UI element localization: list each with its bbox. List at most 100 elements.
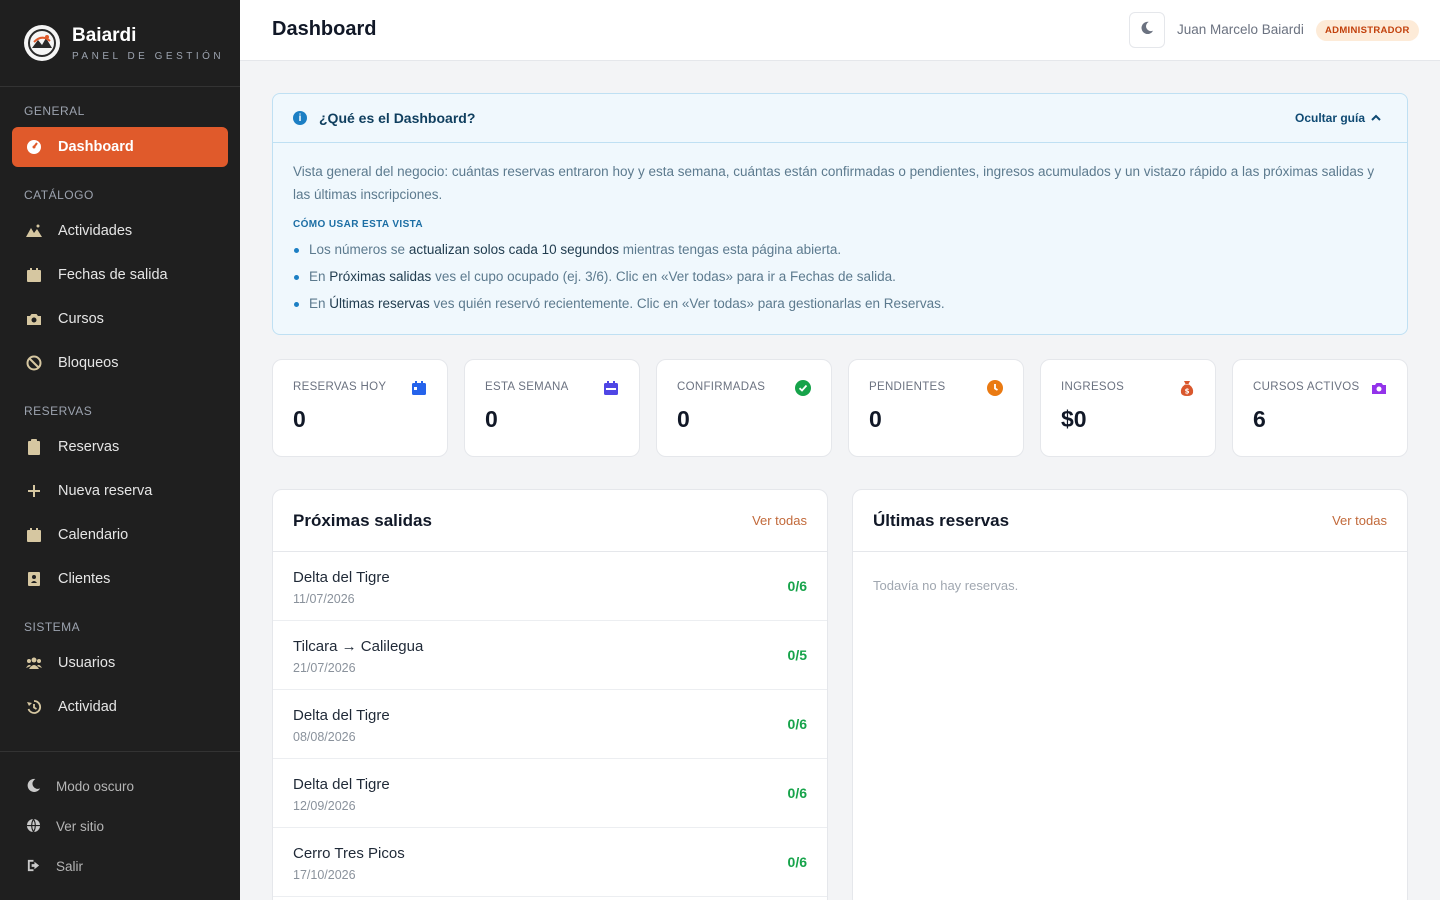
departure-name: Cerro Tres Picos (293, 845, 405, 862)
brand-name: Baiardi (72, 24, 137, 46)
sidebar-item-label: Clientes (58, 571, 111, 587)
view-all-departures-link[interactable]: Ver todas (752, 513, 807, 528)
theme-toggle-button[interactable] (1129, 12, 1165, 48)
sidebar-item-label: Calendario (58, 527, 129, 543)
stat-label: CONFIRMADAS (677, 381, 766, 393)
money-bag-icon: $ (1179, 380, 1195, 396)
calendar-week-icon (603, 380, 619, 396)
sidebar-item-reservas[interactable]: Reservas (12, 427, 228, 467)
section-sistema: SISTEMA (24, 620, 81, 634)
logout-icon (26, 858, 42, 874)
departure-date: 17/10/2026 (293, 868, 356, 882)
sidebar-item-usuarios[interactable]: Usuarios (12, 643, 228, 683)
sidebar-item-actividad[interactable]: Actividad (12, 687, 228, 727)
departure-date: 11/07/2026 (293, 592, 355, 606)
stat-card-ingresos: INGRESOS $ $0 (1040, 359, 1216, 457)
stat-value: 0 (869, 406, 882, 432)
sidebar-item-label: Nueva reserva (58, 483, 153, 499)
sidebar-item-dashboard[interactable]: Dashboard (12, 127, 228, 167)
departure-row[interactable]: Tilcara → Calilegua 21/07/2026 0/5 (273, 621, 827, 690)
moon-icon (26, 778, 42, 794)
sidebar-item-fechas[interactable]: Fechas de salida (12, 255, 228, 295)
section-catalogo: CATÁLOGO (24, 188, 94, 202)
hide-guide-button[interactable]: Ocultar guía (1295, 111, 1381, 125)
departure-capacity: 0/6 (787, 578, 807, 594)
stat-card-pendientes: PENDIENTES 0 (848, 359, 1024, 457)
guide-body: Vista general del negocio: cuántas reser… (273, 143, 1407, 317)
departure-row[interactable]: Cerro Tres Picos 17/10/2026 0/6 (273, 828, 827, 897)
sidebar-item-cursos[interactable]: Cursos (12, 299, 228, 339)
departure-row[interactable]: Delta del Tigre 11/07/2026 0/6 (273, 552, 827, 621)
dark-mode-toggle[interactable]: Modo oscuro (26, 778, 134, 794)
empty-state-text: Todavía no hay reservas. (873, 578, 1019, 593)
history-icon (26, 699, 42, 715)
departure-row[interactable]: Delta del Tigre 08/08/2026 0/6 (273, 690, 827, 759)
sidebar-item-label: Reservas (58, 439, 120, 455)
stat-label: ESTA SEMANA (485, 381, 569, 393)
stat-value: 0 (677, 406, 690, 432)
sidebar-item-nueva-reserva[interactable]: Nueva reserva (12, 471, 228, 511)
departure-capacity: 0/6 (787, 854, 807, 870)
calendar-day-icon (411, 380, 427, 396)
top-header: Dashboard Juan Marcelo Baiardi ADMINISTR… (240, 0, 1440, 61)
departure-name: Delta del Tigre (293, 776, 390, 793)
ban-icon (26, 355, 42, 371)
departure-capacity: 0/6 (787, 716, 807, 732)
stat-label: INGRESOS (1061, 381, 1125, 393)
users-icon (26, 655, 42, 671)
clock-icon (987, 380, 1003, 396)
sidebar-item-label: Bloqueos (58, 355, 119, 371)
brand-logo (24, 25, 60, 61)
stat-card-confirmadas: CONFIRMADAS 0 (656, 359, 832, 457)
card-title: Últimas reservas (873, 511, 1010, 530)
sidebar-footer: Modo oscuro Ver sitio Salir (0, 751, 240, 874)
section-reservas: RESERVAS (24, 404, 93, 418)
check-circle-icon (795, 380, 811, 396)
dark-mode-label: Modo oscuro (56, 778, 135, 794)
sidebar: Baiardi PANEL DE GESTIÓN GENERAL Dashboa… (0, 0, 240, 900)
stat-value: 6 (1253, 406, 1266, 432)
sidebar-item-label: Dashboard (58, 139, 134, 155)
stat-value: 0 (485, 406, 498, 432)
sidebar-item-clientes[interactable]: Clientes (12, 559, 228, 599)
latest-bookings-card: Últimas reservas Ver todas Todavía no ha… (852, 489, 1408, 900)
departure-name: Delta del Tigre (293, 707, 390, 724)
role-badge: ADMINISTRADOR (1316, 20, 1419, 41)
guide-tip: En Últimas reservas ves quién reservó re… (293, 290, 1387, 317)
sidebar-item-label: Actividad (58, 699, 117, 715)
guide-tip: En Próximas salidas ves el cupo ocupado … (293, 263, 1387, 290)
guide-title: ¿Qué es el Dashboard? (319, 110, 476, 126)
departure-capacity: 0/5 (787, 647, 807, 663)
globe-icon (26, 818, 42, 834)
sidebar-item-actividades[interactable]: Actividades (12, 211, 228, 251)
guide-header: i ¿Qué es el Dashboard? Ocultar guía (273, 94, 1407, 143)
departure-row[interactable]: Delta del Tigre 12/09/2026 0/6 (273, 759, 827, 828)
guide-tips: Los números se actualizan solos cada 10 … (293, 236, 1387, 317)
stat-card-cursos-activos: CURSOS ACTIVOS 6 (1232, 359, 1408, 457)
guide-description: Vista general del negocio: cuántas reser… (293, 164, 1375, 202)
mountain-icon (26, 223, 42, 239)
logout-label: Salir (56, 858, 84, 874)
guide-howto-title: CÓMO USAR ESTA VISTA (293, 219, 424, 230)
departure-date: 12/09/2026 (293, 799, 356, 813)
card-header: Últimas reservas Ver todas (853, 490, 1407, 552)
moon-icon (1140, 21, 1154, 40)
clipboard-icon (26, 439, 42, 455)
svg-text:$: $ (1185, 388, 1190, 396)
view-all-bookings-link[interactable]: Ver todas (1332, 513, 1387, 528)
guide-tip: Los números se actualizan solos cada 10 … (293, 236, 1387, 263)
sidebar-item-label: Usuarios (58, 655, 116, 671)
stat-card-esta-semana: ESTA SEMANA 0 (464, 359, 640, 457)
sidebar-item-bloqueos[interactable]: Bloqueos (12, 343, 228, 383)
view-site-link[interactable]: Ver sitio (26, 818, 104, 834)
section-general: GENERAL (24, 104, 85, 118)
card-title: Próximas salidas (293, 511, 432, 530)
departure-capacity: 0/6 (787, 785, 807, 801)
brand-subtitle: PANEL DE GESTIÓN (72, 50, 225, 62)
sidebar-item-calendario[interactable]: Calendario (12, 515, 228, 555)
info-icon: i (293, 111, 307, 125)
contact-book-icon (26, 571, 42, 587)
logout-link[interactable]: Salir (26, 858, 83, 874)
stat-label: PENDIENTES (869, 381, 946, 393)
view-site-label: Ver sitio (56, 818, 105, 834)
